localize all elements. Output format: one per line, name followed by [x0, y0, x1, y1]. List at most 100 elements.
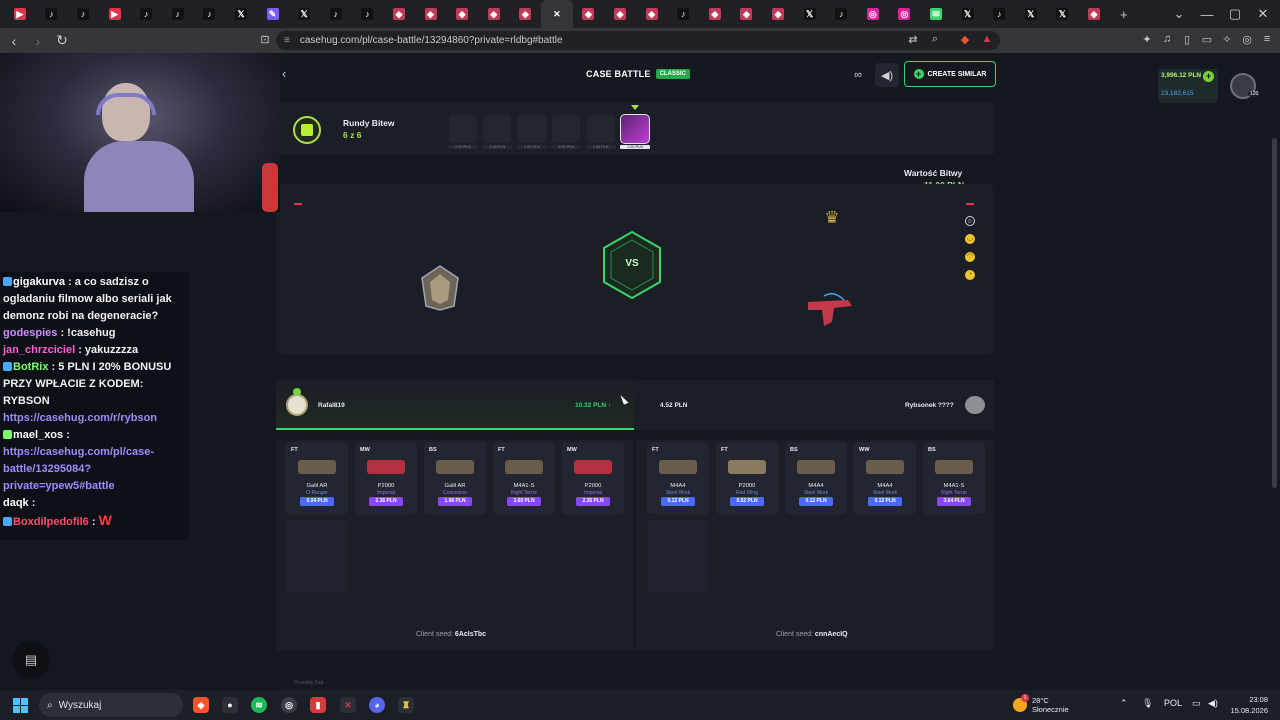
browser-tab[interactable]: 𝕏: [1047, 0, 1079, 28]
browser-tab[interactable]: ♪: [162, 0, 194, 28]
vpn-icon[interactable]: ◎: [1240, 33, 1254, 47]
leo-ai-icon[interactable]: ✧: [1220, 33, 1234, 47]
chat-username[interactable]: BotRix: [13, 361, 48, 373]
drop-card[interactable]: BS M4A1-S Night Terror 3.64 PLN: [923, 442, 985, 514]
browser-tab[interactable]: ◆: [604, 0, 636, 28]
tray-chevron-icon[interactable]: ⌃: [1120, 698, 1128, 709]
browser-tab[interactable]: 𝕏: [1015, 0, 1047, 28]
network-icon[interactable]: ▭: [1192, 698, 1201, 709]
browser-tab[interactable]: ◆: [731, 0, 763, 28]
avatar[interactable]: [965, 396, 985, 414]
tab-search-icon[interactable]: ⌄: [1165, 0, 1193, 28]
browser-tab[interactable]: ♪: [352, 0, 384, 28]
chat-bubble-icon[interactable]: ▤: [12, 641, 50, 679]
reload-icon[interactable]: ↻: [52, 32, 72, 49]
wallet-icon[interactable]: ▭: [1200, 33, 1214, 47]
brave-browser-icon[interactable]: ◆: [193, 697, 209, 713]
browser-tab[interactable]: ♪: [983, 0, 1015, 28]
chat-username[interactable]: godespies: [3, 327, 57, 339]
round-case[interactable]: 2.00 PLN: [551, 115, 582, 151]
sidebar-icon[interactable]: ▯: [1180, 33, 1194, 47]
drop-card[interactable]: MW P2000 Imperial 2.36 PLN: [355, 442, 417, 514]
browser-tab[interactable]: ◎: [889, 0, 921, 28]
round-case[interactable]: 2.00 PLN: [448, 115, 478, 151]
player-right-name[interactable]: Rybsonek ????: [905, 402, 954, 409]
browser-tab[interactable]: 𝕏: [794, 0, 826, 28]
windows-start-icon[interactable]: [13, 698, 28, 713]
browser-tab[interactable]: ▶: [4, 0, 36, 28]
browser-tab[interactable]: ◆: [415, 0, 447, 28]
browser-tab[interactable]: ✎: [257, 0, 289, 28]
emote-smile-icon[interactable]: ☺: [965, 216, 975, 226]
link-icon[interactable]: ∞: [846, 63, 870, 87]
chat-username[interactable]: Boxdilpedofil6: [13, 516, 89, 528]
browser-tab[interactable]: ✕: [541, 0, 573, 28]
browser-tab[interactable]: ♪: [36, 0, 68, 28]
drop-card[interactable]: FT Galil AR O-Ranger 0.04 PLN: [286, 442, 348, 514]
provably-fair-hint[interactable]: Provably Fair: [294, 680, 323, 686]
site-settings-icon[interactable]: ≡: [284, 35, 290, 46]
extensions-icon[interactable]: ✦: [1140, 33, 1154, 47]
translate-icon[interactable]: ⇄: [906, 33, 920, 47]
chat-username[interactable]: daqk: [3, 497, 29, 509]
forward-arrow-icon[interactable]: ›: [28, 33, 48, 49]
browser-tab[interactable]: 𝕏: [225, 0, 257, 28]
browser-tab[interactable]: ◆: [478, 0, 510, 28]
clock[interactable]: 23:08 15.08.2026: [1228, 694, 1268, 716]
app-icon[interactable]: ✕: [340, 697, 356, 713]
browser-tab[interactable]: ◆: [383, 0, 415, 28]
browser-tab[interactable]: ✉: [920, 0, 952, 28]
address-bar[interactable]: ≡ casehug.com/pl/case-battle/13294860?pr…: [276, 31, 1000, 50]
round-case[interactable]: 1.00 PLN: [620, 114, 650, 151]
chat-link[interactable]: https://casehug.com/pl/case-battle/13295…: [3, 444, 186, 495]
maximize-icon[interactable]: ▢: [1221, 0, 1249, 28]
browser-tab[interactable]: ◆: [699, 0, 731, 28]
browser-tab[interactable]: ◎: [857, 0, 889, 28]
drop-card[interactable]: BS Galil AR Connexion 1.96 PLN: [424, 442, 486, 514]
browser-tab[interactable]: ◆: [636, 0, 668, 28]
taskbar-search[interactable]: ⌕ Wyszukaj: [39, 693, 183, 717]
browser-tab[interactable]: 𝕏: [952, 0, 984, 28]
back-chevron-icon[interactable]: ‹: [282, 66, 296, 81]
microphone-icon[interactable]: 🎙: [1142, 698, 1153, 709]
weather-widget[interactable]: 1 28°C Słonecznie: [1013, 693, 1069, 717]
round-case[interactable]: 2.00 PLN: [482, 115, 513, 151]
drop-card[interactable]: FT M4A4 Steel Work 0.12 PLN: [647, 442, 709, 514]
page-scrollbar[interactable]: [1272, 138, 1277, 488]
browser-tab[interactable]: ◆: [446, 0, 478, 28]
app-icon[interactable]: ●: [222, 697, 238, 713]
drop-card[interactable]: FT P2000 Red Wing 0.52 PLN: [716, 442, 778, 514]
browser-tab[interactable]: ♪: [667, 0, 699, 28]
player-left-name[interactable]: Rafal819: [318, 402, 345, 409]
drop-card[interactable]: FT M4A1-S Night Terror 3.60 PLN: [493, 442, 555, 514]
browser-tab[interactable]: ♪: [67, 0, 99, 28]
emote-laugh-icon[interactable]: ◡: [965, 234, 975, 244]
deposit-plus-icon[interactable]: +: [1203, 71, 1214, 82]
chat-username[interactable]: gigakurva: [13, 276, 65, 288]
spotify-icon[interactable]: ≋: [251, 697, 267, 713]
browser-tab[interactable]: ♪: [825, 0, 857, 28]
browser-tab[interactable]: ◆: [573, 0, 605, 28]
chat-link[interactable]: https://casehug.com/r/rybson: [3, 410, 186, 427]
browser-tab[interactable]: 𝕏: [288, 0, 320, 28]
emote-angry-icon[interactable]: ◔: [965, 270, 975, 280]
drop-card[interactable]: WW M4A4 Steel Work 0.12 PLN: [854, 442, 916, 514]
discord-icon[interactable]: ◕: [369, 697, 385, 713]
browser-tab[interactable]: ◆: [762, 0, 794, 28]
app-icon[interactable]: ▮: [310, 697, 326, 713]
drop-card[interactable]: BS M4A4 Steel Work 0.12 PLN: [785, 442, 847, 514]
browser-tab[interactable]: ◆: [510, 0, 542, 28]
browser-tab[interactable]: ◆: [1078, 0, 1110, 28]
volume-icon[interactable]: ◀): [1208, 698, 1218, 709]
balance-widget[interactable]: 3,996.12 PLN + 23,182,615: [1158, 69, 1218, 103]
chat-username[interactable]: mael_xos: [13, 429, 63, 441]
obs-icon[interactable]: ◎: [281, 697, 297, 713]
back-arrow-icon[interactable]: ‹: [4, 33, 24, 49]
browser-tab[interactable]: ♪: [130, 0, 162, 28]
new-tab-button[interactable]: +: [1110, 0, 1138, 28]
zoom-icon[interactable]: ⌕: [928, 33, 942, 47]
app-icon[interactable]: ♜: [398, 697, 414, 713]
minimize-icon[interactable]: —: [1193, 0, 1221, 28]
media-icon[interactable]: ♫: [1160, 33, 1174, 47]
bookmark-icon[interactable]: ⊡: [258, 33, 272, 47]
